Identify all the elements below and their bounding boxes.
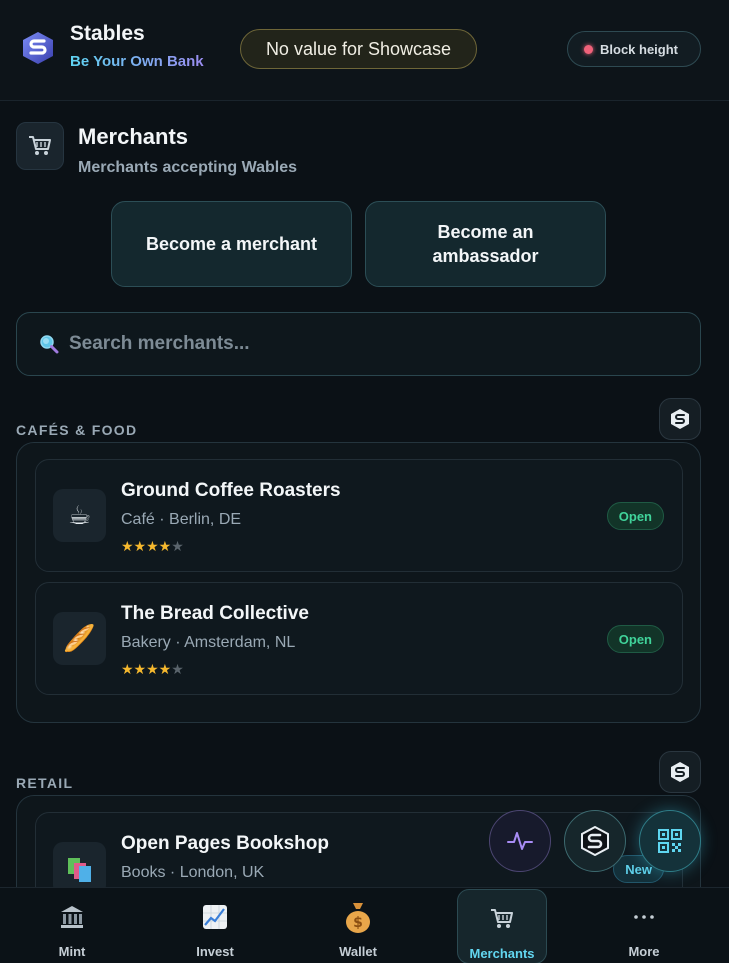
stables-fab-button[interactable] (564, 810, 626, 872)
brand-subtitle: Be Your Own Bank (70, 53, 204, 70)
rating-stars: ★★★★★ (121, 538, 184, 554)
svg-text:$: $ (353, 915, 363, 931)
nav-item-wallet[interactable]: $ Wallet (313, 888, 403, 963)
stables-badge-icon[interactable] (659, 751, 701, 793)
qr-scan-button[interactable] (639, 810, 701, 872)
merchant-name: Ground Coffee Roasters (121, 480, 341, 501)
showcase-pill[interactable]: No value for Showcase (240, 29, 477, 69)
status-dot-icon (584, 44, 593, 54)
nav-item-merchants[interactable]: Merchants (457, 889, 547, 963)
coffee-icon: ☕ (53, 489, 106, 542)
bread-icon: 🥖 (53, 612, 106, 665)
nav-label: Merchants (469, 946, 535, 961)
money-bag-icon: $ (343, 902, 373, 933)
nav-label: More (628, 944, 660, 959)
merchant-name: Open Pages Bookshop (121, 833, 329, 854)
more-icon (633, 902, 655, 932)
merchant-meta: Café · Berlin, DE (121, 511, 242, 528)
page-subtitle: Merchants accepting Wables (78, 159, 298, 176)
stables-logo-icon (581, 826, 609, 856)
status-badge: Open (606, 625, 664, 653)
search-input[interactable]: Search merchants... (16, 312, 701, 376)
merchant-meta: Bakery · Amsterdam, NL (121, 634, 296, 651)
rating-stars: ★★★★★ (121, 661, 184, 677)
nav-label: Mint (58, 944, 86, 959)
status-badge: Open (606, 502, 664, 530)
merchant-card[interactable]: ☕ Ground Coffee Roasters Café · Berlin, … (35, 459, 683, 572)
merchant-card[interactable]: 🥖 The Bread Collective Bakery · Amsterda… (35, 582, 683, 695)
category-label-cafes: CAFÉS & FOOD (16, 422, 138, 438)
activity-button[interactable] (489, 810, 551, 872)
become-merchant-button[interactable]: Become a merchant (111, 201, 352, 287)
become-ambassador-button[interactable]: Become an ambassador (365, 201, 606, 287)
shopping-cart-icon (489, 904, 515, 934)
nav-item-mint[interactable]: Mint (27, 888, 117, 963)
nav-item-invest[interactable]: Invest (170, 888, 260, 963)
search-placeholder: Search merchants... (69, 333, 250, 354)
nav-item-more[interactable]: More (599, 888, 689, 963)
block-height-label: Block height (600, 41, 679, 57)
page-title: Merchants (78, 124, 189, 149)
chart-icon (202, 902, 228, 932)
qr-code-icon (658, 829, 682, 853)
search-icon (40, 335, 59, 354)
app-header: Stables Be Your Own Bank No value for Sh… (0, 0, 729, 101)
nav-label: Wallet (339, 944, 377, 959)
block-height-pill[interactable]: Block height (567, 31, 701, 67)
stables-logo[interactable] (21, 31, 55, 65)
nav-label: Invest (196, 944, 234, 959)
merchant-meta: Books · London, UK (121, 864, 265, 881)
activity-icon (507, 832, 533, 850)
brand-title: Stables (70, 22, 145, 45)
bank-icon (59, 902, 85, 932)
stables-badge-icon[interactable] (659, 398, 701, 440)
merchant-name: The Bread Collective (121, 603, 309, 624)
category-label-retail: RETAIL (16, 775, 74, 791)
bottom-nav: Mint Invest $ Wallet Merchants More (0, 887, 729, 963)
shopping-cart-icon (16, 122, 64, 170)
